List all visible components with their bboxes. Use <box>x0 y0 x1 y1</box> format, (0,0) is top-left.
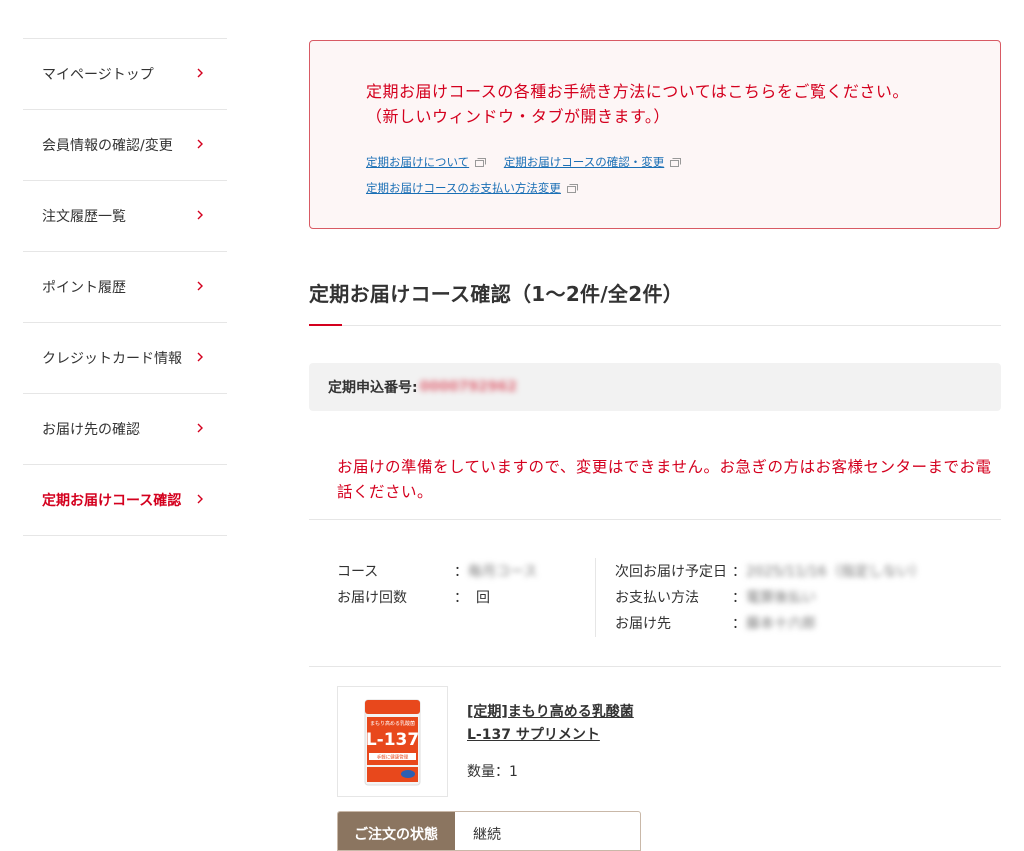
application-number-bar: 定期申込番号: 0000792962 <box>309 363 1001 411</box>
product-name-line-1: [定期]まもり高める乳酸菌 <box>467 704 634 720</box>
detail-row-delivery-count: お届け回数 ： 回 <box>337 585 537 611</box>
package-tagline: まもり高める乳酸菌 <box>370 720 415 727</box>
package-note: 手軽に健康管理 <box>377 754 409 761</box>
application-number-label: 定期申込番号: <box>328 380 418 396</box>
detail-label: 次回お届け予定日 <box>615 564 727 580</box>
chevron-right-icon <box>197 281 203 291</box>
sidebar-item-order-history[interactable]: 注文履歴一覧 <box>23 181 227 252</box>
notice-message: 定期お届けコースの各種お手続き方法についてはこちらをご覧ください。 （新しいウィ… <box>366 79 909 129</box>
cannot-change-warning: お届けの準備をしていますので、変更はできません。お急ぎの方はお客様センターまでお… <box>337 458 992 501</box>
section-divider <box>309 666 1001 667</box>
detail-label: お届け回数 <box>337 590 407 606</box>
product-quantity: 数量：1 <box>467 764 518 780</box>
sidebar-item-credit-card[interactable]: クレジットカード情報 <box>23 323 227 394</box>
section-divider <box>309 519 1001 520</box>
chevron-right-icon <box>197 423 203 433</box>
detail-row-delivery-address: お届け先 ： 藤本十六郎 <box>615 611 925 637</box>
product-name-link[interactable]: [定期]まもり高める乳酸菌 L-137 サプリメント <box>467 701 634 747</box>
new-window-icon <box>475 158 487 167</box>
sidebar-item-delivery-address[interactable]: お届け先の確認 <box>23 394 227 465</box>
notice-line-1: 定期お届けコースの各種お手続き方法についてはこちらをご覧ください。 <box>366 82 909 101</box>
application-number-value: 0000792962 <box>419 379 518 395</box>
new-window-icon <box>670 158 682 167</box>
sidebar-item-mypage-top[interactable]: マイページトップ <box>23 39 227 110</box>
detail-value: 回 <box>476 590 490 606</box>
sidebar-item-subscription[interactable]: 定期お届けコース確認 <box>23 465 227 536</box>
detail-row-payment-method: お支払い方法 ： 電算後払い <box>615 585 925 611</box>
detail-separator: ： <box>732 590 746 606</box>
chevron-right-icon <box>197 68 203 78</box>
notice-links: 定期お届けについて 定期お届けコースの確認・変更 定期お届けコースのお支払い方法… <box>366 149 695 201</box>
detail-separator: ： <box>454 564 468 580</box>
procedure-notice-box: 定期お届けコースの各種お手続き方法についてはこちらをご覧ください。 （新しいウィ… <box>309 40 1001 229</box>
product-image[interactable]: まもり高める乳酸菌 L-137 手軽に健康管理 <box>337 686 448 797</box>
sidebar-item-label: 注文履歴一覧 <box>42 209 126 225</box>
detail-value: 2025/11/16（指定しない） <box>746 564 925 580</box>
order-status-table: ご注文の状態 継続 <box>337 811 641 851</box>
details-divider <box>595 558 596 637</box>
sidebar-item-member-info[interactable]: 会員情報の確認/変更 <box>23 110 227 181</box>
detail-value: 電算後払い <box>746 590 816 606</box>
mypage-sidebar: マイページトップ 会員情報の確認/変更 注文履歴一覧 ポイント履歴 クレジットカ… <box>23 38 227 536</box>
detail-separator: ： <box>732 564 746 580</box>
detail-value: 毎月コース <box>468 564 538 580</box>
new-window-icon <box>566 184 578 193</box>
chevron-right-icon <box>197 494 203 504</box>
sidebar-item-label: クレジットカード情報 <box>42 351 182 367</box>
sidebar-item-label: 定期お届けコース確認 <box>42 493 182 509</box>
detail-label: お支払い方法 <box>615 590 699 606</box>
detail-row-course: コース ： 毎月コース <box>337 559 537 585</box>
link-change-payment-method[interactable]: 定期お届けコースのお支払い方法変更 <box>366 181 561 195</box>
package-brand: L-137 <box>366 730 419 750</box>
detail-value-hidden-count <box>468 585 476 611</box>
sidebar-item-label: ポイント履歴 <box>42 280 126 296</box>
sidebar-item-label: お届け先の確認 <box>42 422 140 438</box>
chevron-right-icon <box>197 210 203 220</box>
course-details-right: 次回お届け予定日 ： 2025/11/16（指定しない） お支払い方法 ： 電算… <box>615 559 925 637</box>
course-details-left: コース ： 毎月コース お届け回数 ： 回 <box>337 559 537 611</box>
chevron-right-icon <box>197 352 203 362</box>
link-check-change-subscription[interactable]: 定期お届けコースの確認・変更 <box>504 155 664 169</box>
detail-row-next-delivery: 次回お届け予定日 ： 2025/11/16（指定しない） <box>615 559 925 585</box>
link-about-subscription[interactable]: 定期お届けについて <box>366 155 469 169</box>
page-title: 定期お届けコース確認（1～2件/全2件） <box>309 282 684 306</box>
detail-separator: ： <box>454 590 468 606</box>
notice-line-2: （新しいウィンドウ・タブが開きます。） <box>366 107 670 126</box>
title-accent-bar <box>309 324 342 326</box>
chevron-right-icon <box>197 139 203 149</box>
sidebar-item-point-history[interactable]: ポイント履歴 <box>23 252 227 323</box>
detail-value: 藤本十六郎 <box>746 616 816 632</box>
sidebar-item-label: 会員情報の確認/変更 <box>42 138 173 154</box>
detail-label: お届け先 <box>615 616 671 632</box>
sidebar-item-label: マイページトップ <box>42 67 154 83</box>
order-status-value: 継続 <box>473 827 501 843</box>
detail-label: コース <box>337 564 379 580</box>
title-divider <box>309 325 1001 326</box>
supplement-package-image: まもり高める乳酸菌 L-137 手軽に健康管理 <box>364 699 421 786</box>
product-name-line-2: L-137 サプリメント <box>467 727 600 743</box>
order-status-label: ご注文の状態 <box>338 812 455 850</box>
detail-separator: ： <box>732 616 746 632</box>
